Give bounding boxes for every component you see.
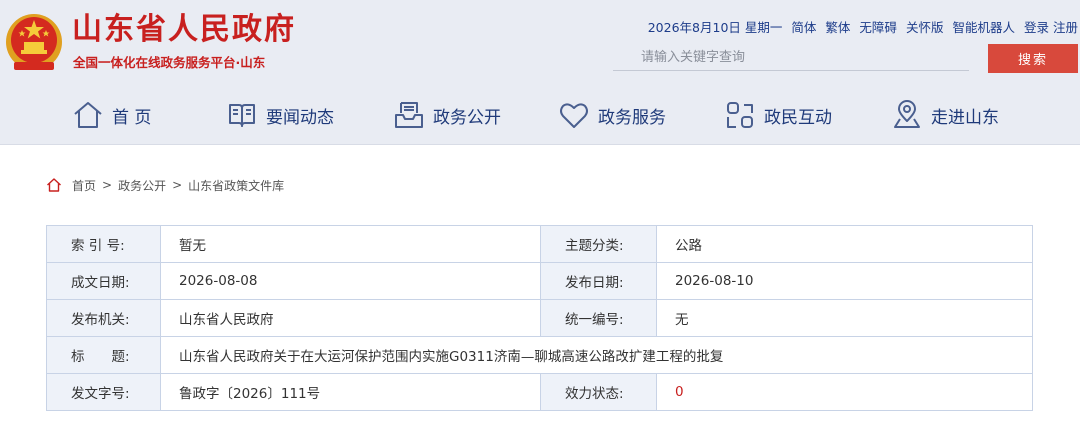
publish-date-label: 发布日期: [540,262,657,300]
breadcrumb-separator: > [172,178,183,192]
home-icon [47,178,61,192]
search-input[interactable] [613,45,969,71]
current-date: 2026年8月10日 星期一 [647,20,783,35]
table-row: 索 引 号: 暂无 主题分类: 公路 [46,225,1033,263]
table-row: 发文字号: 鲁政字〔2026〕111号 效力状态: 0 [46,373,1033,411]
written-date-value: 2026-08-08 [160,262,541,300]
table-row: 成文日期: 2026-08-08 发布日期: 2026-08-10 [46,262,1033,300]
site-subtitle: 全国一体化在线政务服务平台·山东 [73,55,266,70]
nav-home[interactable]: 首 页 [72,92,151,138]
breadcrumb-policy-library[interactable]: 山东省政策文件库 [188,177,284,194]
breadcrumb-separator: > [102,178,113,192]
table-row: 标 题: 山东省人民政府关于在大运河保护范围内实施G0311济南—聊城高速公路改… [46,336,1033,374]
interact-icon [727,102,753,128]
title-label: 标 题: [46,336,161,374]
inbox-icon [395,102,423,128]
nav-gov-affairs-open-label: 政务公开 [433,107,501,128]
written-date-label: 成文日期: [46,262,161,300]
breadcrumb-gov-affairs-open[interactable]: 政务公开 [118,177,166,194]
index-number-label: 索 引 号: [46,225,161,263]
heart-icon [560,103,588,128]
uniform-number-value: 无 [656,299,1033,337]
link-traditional[interactable]: 繁体 [825,17,850,35]
nav-news-label: 要闻动态 [266,107,334,128]
link-smart-robot[interactable]: 智能机器人 [952,17,1015,35]
topic-category-value: 公路 [656,225,1033,263]
main-nav: 首 页 要闻动态 政务公开 政务服务 政民互动 走进山东 [0,92,1080,138]
breadcrumb-home[interactable]: 首页 [72,177,96,194]
site-title: 山东省人民政府 [72,12,296,47]
breadcrumb: 首页 > 政务公开 > 山东省政策文件库 [46,176,284,194]
link-simplified[interactable]: 简体 [791,17,816,35]
site-header: 山东省人民政府 全国一体化在线政务服务平台·山东 2026年8月10日 星期一 … [0,0,1080,145]
search-button[interactable]: 搜索 [988,44,1078,73]
nav-gov-affairs-open[interactable]: 政务公开 [393,92,501,138]
validity-status-label: 效力状态: [540,373,657,411]
nav-gov-services-label: 政务服务 [598,107,666,128]
publish-date-value: 2026-08-10 [656,262,1033,300]
home-icon [74,102,102,128]
link-accessibility[interactable]: 无障碍 [859,17,897,35]
nav-home-label: 首 页 [112,107,152,128]
link-login[interactable]: 登录 [1024,17,1049,35]
link-register[interactable]: 注册 [1053,17,1078,35]
table-row: 发布机关: 山东省人民政府 统一编号: 无 [46,299,1033,337]
nav-interaction[interactable]: 政民互动 [724,92,832,138]
nav-about-shandong-label: 走进山东 [931,107,999,128]
nav-news[interactable]: 要闻动态 [226,92,334,138]
nav-gov-services[interactable]: 政务服务 [558,92,666,138]
nav-interaction-label: 政民互动 [764,107,832,128]
issuer-value: 山东省人民政府 [160,299,541,337]
book-icon [229,104,255,127]
link-care-mode[interactable]: 关怀版 [906,17,944,35]
uniform-number-label: 统一编号: [540,299,657,337]
index-number-value: 暂无 [160,225,541,263]
location-icon [894,100,920,128]
title-value: 山东省人民政府关于在大运河保护范围内实施G0311济南—聊城高速公路改扩建工程的… [160,336,1033,374]
nav-about-shandong[interactable]: 走进山东 [891,92,999,138]
document-number-value: 鲁政字〔2026〕111号 [160,373,541,411]
national-emblem-icon [6,14,62,70]
top-links: 2026年8月10日 星期一 简体 繁体 无障碍 关怀版 智能机器人 登录 注册 [648,17,1078,35]
document-number-label: 发文字号: [46,373,161,411]
topic-category-label: 主题分类: [540,225,657,263]
issuer-label: 发布机关: [46,299,161,337]
document-info-table: 索 引 号: 暂无 主题分类: 公路 成文日期: 2026-08-08 发布日期… [46,225,1033,411]
validity-status-value: 0 [656,373,1033,411]
